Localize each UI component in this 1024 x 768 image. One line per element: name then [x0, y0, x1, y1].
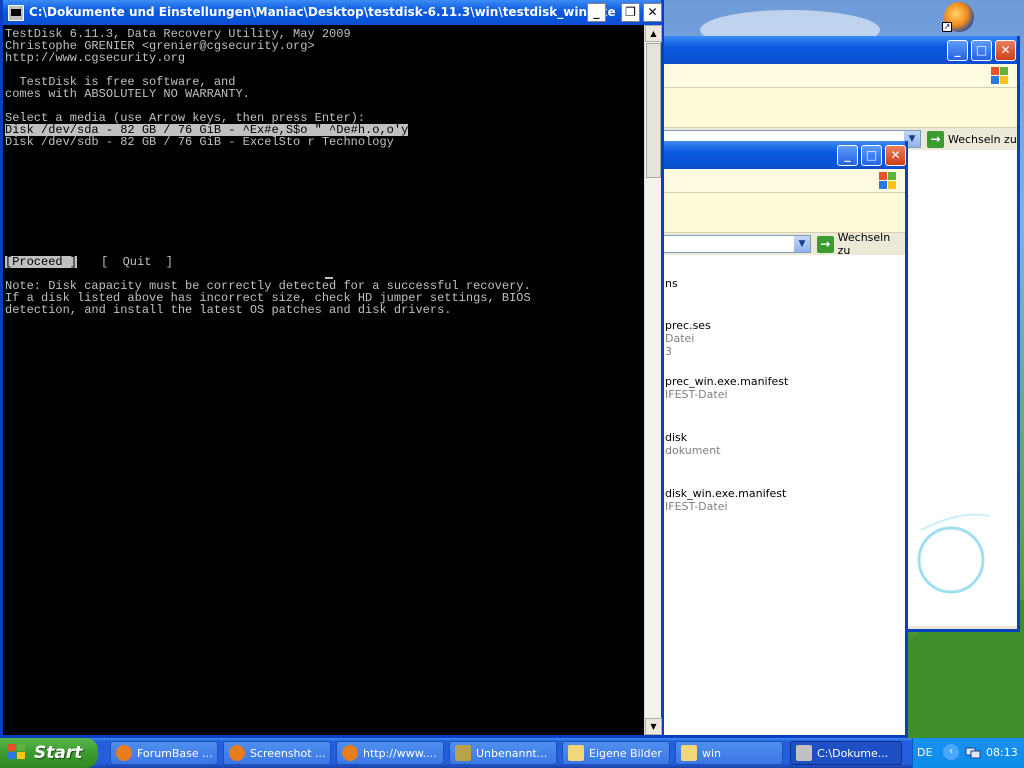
file-type: Datei: [665, 332, 695, 345]
note-line: detection, and install the latest OS pat…: [5, 303, 452, 317]
console-title: C:\Dokumente und Einstellungen\Maniac\De…: [29, 5, 616, 19]
folder-icon: [568, 745, 584, 761]
console-output[interactable]: TestDisk 6.11.3, Data Recovery Utility, …: [3, 25, 644, 735]
go-button[interactable]: → Wechseln zu: [817, 231, 905, 257]
taskbar-item-label: Eigene Bilder: [589, 746, 662, 760]
file-type: dokument: [665, 444, 721, 457]
minimize-button[interactable]: _: [947, 40, 968, 61]
console-icon[interactable]: [8, 5, 24, 21]
file-name: ns: [665, 277, 678, 290]
vertical-scrollbar[interactable]: ▲ ▼: [644, 25, 662, 735]
file-type: IFEST-Datei: [665, 500, 728, 513]
taskbar: Start ForumBase ... Screenshot ... http:…: [0, 738, 1024, 768]
windows-logo-icon: [8, 744, 28, 762]
console-window: C:\Dokumente und Einstellungen\Maniac\De…: [0, 0, 664, 738]
paint-icon: [455, 745, 471, 761]
file-list: ns prec.ses Datei 3 prec_win.exe.manifes…: [643, 255, 905, 735]
language-indicator[interactable]: DE: [917, 746, 932, 759]
close-button[interactable]: ✕: [995, 40, 1016, 61]
taskbar-item[interactable]: ForumBase ...: [110, 741, 218, 765]
file-item[interactable]: prec_win.exe.manifest IFEST-Datei: [665, 375, 788, 401]
go-button[interactable]: → Wechseln zu: [927, 130, 1017, 148]
file-type: IFEST-Datei: [665, 388, 728, 401]
maximize-button[interactable]: □: [861, 145, 882, 166]
folder-icon: [681, 745, 697, 761]
scroll-down-icon[interactable]: ▼: [645, 718, 662, 735]
minimize-button[interactable]: _: [587, 3, 606, 22]
address-input[interactable]: ▼: [643, 235, 811, 253]
taskbar-item-label: Screenshot ...: [250, 746, 326, 760]
file-name: prec_win.exe.manifest: [665, 375, 789, 388]
taskbar-item-label: C:\Dokume...: [817, 746, 889, 760]
explorer-front-band: [643, 193, 905, 233]
taskbar-item[interactable]: Unbenannt...: [449, 741, 557, 765]
explorer-window-front: _ □ ✕ ▼ → Wechseln zu ns prec.ses Datei: [640, 141, 908, 738]
file-name: disk_win.exe.manifest: [665, 487, 787, 500]
scroll-up-icon[interactable]: ▲: [645, 25, 662, 42]
go-arrow-icon: →: [817, 235, 834, 253]
maximize-button[interactable]: □: [971, 40, 992, 61]
explorer-back-titlebar[interactable]: _ □ ✕: [643, 36, 1017, 64]
firefox-desktop-shortcut[interactable]: ↗: [942, 0, 976, 34]
scroll-thumb[interactable]: [646, 43, 661, 178]
explorer-front-address-bar: ▼ → Wechseln zu: [643, 231, 905, 257]
system-tray: DE ‹ 08:13: [912, 738, 1024, 768]
chevron-down-icon[interactable]: ▼: [794, 236, 810, 252]
go-label: Wechseln zu: [837, 231, 891, 257]
taskbar-item[interactable]: win: [675, 741, 783, 765]
console-icon: [796, 745, 812, 761]
swirl-graphic: [917, 513, 990, 594]
taskbar-item-label: ForumBase ...: [137, 746, 213, 760]
explorer-front-toolbar: [643, 169, 905, 193]
firefox-icon: [229, 745, 245, 761]
close-button[interactable]: ✕: [643, 3, 662, 22]
taskbar-item[interactable]: Eigene Bilder: [562, 741, 670, 765]
file-name: disk: [665, 431, 688, 444]
taskbar-item-label: win: [702, 746, 722, 760]
windows-logo-icon: [991, 67, 1009, 85]
taskbar-item[interactable]: Screenshot ...: [223, 741, 331, 765]
console-titlebar[interactable]: C:\Dokumente und Einstellungen\Maniac\De…: [3, 0, 662, 25]
taskbar-item-active[interactable]: C:\Dokume...: [790, 741, 902, 765]
console-line: comes with ABSOLUTELY NO WARRANTY.: [5, 87, 250, 101]
firefox-icon: [342, 745, 358, 761]
minimize-button[interactable]: _: [837, 145, 858, 166]
go-arrow-icon: →: [927, 130, 944, 148]
taskbar-item-label: http://www....: [363, 746, 437, 760]
file-item[interactable]: disk_win.exe.manifest IFEST-Datei: [665, 487, 786, 513]
explorer-back-band: [643, 88, 1017, 128]
network-icon[interactable]: [965, 746, 981, 760]
clock[interactable]: 08:13: [986, 746, 1018, 759]
firefox-icon: [116, 745, 132, 761]
quit-button[interactable]: [ Quit ]: [101, 256, 173, 268]
explorer-back-toolbar: [643, 64, 1017, 88]
close-button[interactable]: ✕: [885, 145, 906, 166]
taskbar-item-label: Unbenannt...: [476, 746, 548, 760]
shortcut-arrow-icon: ↗: [942, 22, 952, 32]
go-label: Wechseln zu: [948, 132, 1017, 146]
start-label: Start: [34, 743, 83, 763]
show-hidden-icons-icon[interactable]: ‹: [943, 744, 959, 760]
windows-logo-icon: [879, 172, 897, 190]
file-name: prec.ses: [665, 319, 711, 332]
console-line: http://www.cgsecurity.org: [5, 51, 186, 65]
explorer-front-titlebar[interactable]: _ □ ✕: [643, 141, 906, 169]
proceed-button[interactable]: [Proceed ]: [5, 256, 78, 268]
taskbar-item[interactable]: http://www....: [336, 741, 444, 765]
file-item[interactable]: disk dokument: [665, 431, 720, 457]
restore-button[interactable]: ❐: [621, 3, 640, 22]
start-button[interactable]: Start: [0, 738, 98, 768]
file-item[interactable]: prec.ses Datei 3: [665, 319, 711, 358]
file-size: 3: [665, 345, 672, 358]
disk-option-sdb[interactable]: Disk /dev/sdb - 82 GB / 76 GiB - ExcelSt…: [5, 136, 394, 148]
